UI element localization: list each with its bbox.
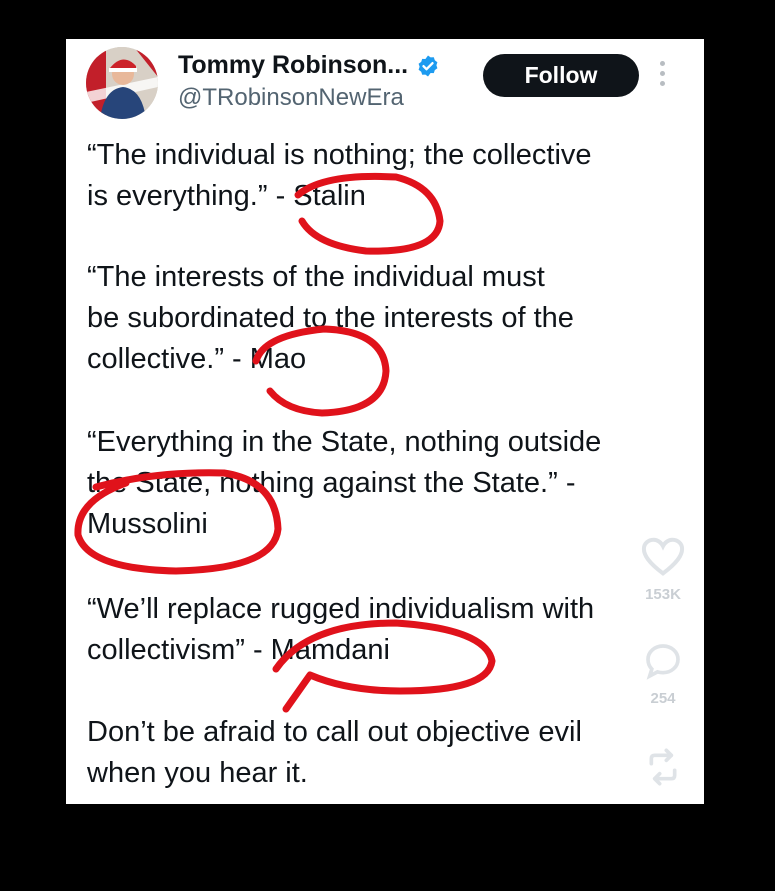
like-action[interactable]: 153K — [640, 537, 686, 603]
heart-icon — [641, 537, 685, 576]
comment-count: 254 — [650, 690, 676, 707]
comment-icon — [646, 644, 680, 680]
post-text-paragraph: “The interests of the individual must be… — [87, 261, 574, 375]
more-options-icon[interactable] — [658, 61, 666, 91]
post-text-paragraph: “The individual is nothing; the collecti… — [87, 139, 592, 212]
avatar[interactable] — [86, 47, 158, 119]
post-text-paragraph: Don’t be afraid to call out objective ev… — [87, 716, 582, 789]
post-text-paragraph: “Everything in the State, nothing outsid… — [87, 426, 602, 540]
share-action[interactable] — [640, 747, 686, 792]
share-icon — [649, 748, 677, 786]
author-handle[interactable]: @TRobinsonNewEra — [178, 84, 404, 112]
verified-badge-icon — [418, 55, 438, 76]
author-name[interactable]: Tommy Robinson... — [178, 51, 408, 80]
like-count: 153K — [645, 586, 681, 603]
post-text-paragraph: “We’ll replace rugged individualism with… — [87, 593, 595, 666]
follow-button[interactable]: Follow — [483, 54, 639, 97]
post-card: Tommy Robinson... @TRobinsonNewEra Follo… — [66, 39, 704, 804]
comment-action[interactable]: 254 — [640, 641, 686, 707]
